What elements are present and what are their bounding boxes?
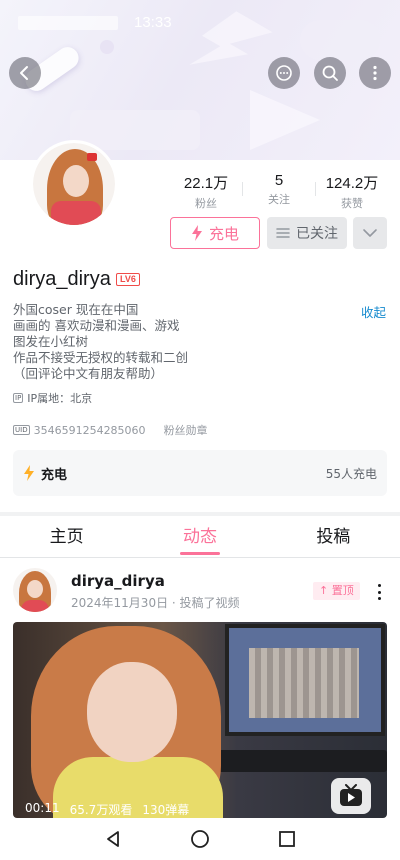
charge-card[interactable]: 充电 55人充电 (13, 450, 387, 496)
stat-following-value: 5 (274, 172, 284, 189)
nav-home-icon[interactable] (190, 829, 210, 849)
charge-card-title: 充电 (41, 467, 68, 483)
message-icon (276, 65, 292, 81)
post-author[interactable]: dirya_dirya (71, 572, 165, 590)
stat-likes-value: 124.2万 (325, 175, 379, 192)
follow-button[interactable]: 已关注 (267, 217, 347, 249)
fan-medal-link[interactable]: 粉丝勋章 (164, 422, 208, 438)
tab-dynamic[interactable]: 动态 (133, 518, 266, 557)
section-divider (0, 512, 400, 516)
status-bar (18, 16, 118, 30)
ip-location: IP IP属地：北京 (13, 390, 92, 406)
tv-play-icon[interactable] (331, 778, 371, 814)
stat-following[interactable]: 5 关注 (243, 172, 315, 211)
stat-fans[interactable]: 22.1万 粉丝 (170, 172, 242, 211)
bio-line: 画画的 喜欢动漫和漫画、游戏 (13, 318, 180, 333)
collapse-bio-link[interactable]: 收起 (361, 302, 386, 321)
tab-submissions[interactable]: 投稿 (267, 518, 400, 557)
pinned-badge: ↑ 置顶 (313, 582, 360, 600)
post-header: dirya_dirya 2024年11月30日 · 投稿了视频 ↑ 置顶 (13, 568, 387, 618)
menu-lines-icon (276, 228, 290, 238)
video-monitor (225, 624, 385, 736)
video-duration: 00:11 (25, 801, 60, 815)
more-vertical-icon (373, 65, 377, 81)
bio-line: （回评论中文有朋友帮助） (13, 366, 164, 381)
charge-card-count: 55人充电 (325, 466, 377, 481)
username: dirya_dirya (13, 268, 111, 290)
system-nav-bar (0, 818, 400, 860)
video-stats: 00:11 65.7万观看 130弹幕 (25, 801, 189, 818)
nav-recents-icon[interactable] (278, 830, 296, 848)
bio: 外国coser 现在在中国 画画的 喜欢动漫和漫画、游戏 图发在小红树 作品不接… (13, 302, 188, 382)
profile-tabs: 主页 动态 投稿 (0, 518, 400, 558)
lightning-icon (24, 465, 34, 481)
uid-tag-icon: UID (13, 425, 30, 435)
chevron-down-icon (363, 229, 377, 237)
status-time: 13:33 (134, 14, 172, 31)
bio-line: 作品不接受无授权的转载和二创 (13, 350, 189, 365)
charge-button[interactable]: 充电 (170, 217, 260, 249)
pin-arrow-icon: ↑ (319, 584, 329, 597)
search-icon (322, 65, 338, 81)
stat-likes[interactable]: 124.2万 获赞 (316, 172, 388, 211)
uid-value[interactable]: 3546591254285060 (34, 424, 146, 437)
lightning-icon (191, 225, 202, 241)
ip-label: IP属地：北京 (27, 392, 93, 405)
charge-button-label: 充电 (208, 224, 239, 243)
post-avatar[interactable] (13, 568, 57, 612)
avatar[interactable] (30, 140, 118, 228)
stat-fans-value: 22.1万 (183, 175, 229, 192)
nav-back-icon[interactable] (104, 830, 122, 848)
back-button[interactable] (9, 57, 41, 89)
post-meta: 2024年11月30日 · 投稿了视频 (71, 596, 240, 610)
bio-line: 图发在小红树 (13, 334, 89, 349)
tab-home[interactable]: 主页 (0, 518, 133, 557)
post-more-button[interactable] (371, 584, 387, 600)
bio-line: 外国coser 现在在中国 (13, 302, 139, 317)
follow-button-label: 已关注 (296, 226, 338, 242)
pinned-label: 置顶 (331, 584, 354, 597)
video-thumbnail[interactable]: 00:11 65.7万观看 130弹幕 (13, 622, 387, 818)
back-arrow-icon (20, 66, 28, 80)
uid-row: UID 3546591254285060 粉丝勋章 (13, 422, 208, 438)
ip-tag-icon: IP (13, 393, 24, 403)
stat-following-label: 关注 (268, 193, 290, 206)
stat-likes-label: 获赞 (341, 197, 363, 210)
video-keyboard (213, 750, 387, 772)
expand-button[interactable] (353, 217, 387, 249)
stat-fans-label: 粉丝 (195, 197, 217, 210)
search-button[interactable] (314, 57, 346, 89)
more-button[interactable] (359, 57, 391, 89)
video-danmaku: 130弹幕 (142, 803, 190, 817)
profile-stats: 22.1万 粉丝 5 关注 124.2万 获赞 (170, 172, 388, 211)
video-views: 65.7万观看 (69, 803, 133, 817)
message-button[interactable] (268, 57, 300, 89)
level-badge: LV6 (116, 273, 140, 286)
